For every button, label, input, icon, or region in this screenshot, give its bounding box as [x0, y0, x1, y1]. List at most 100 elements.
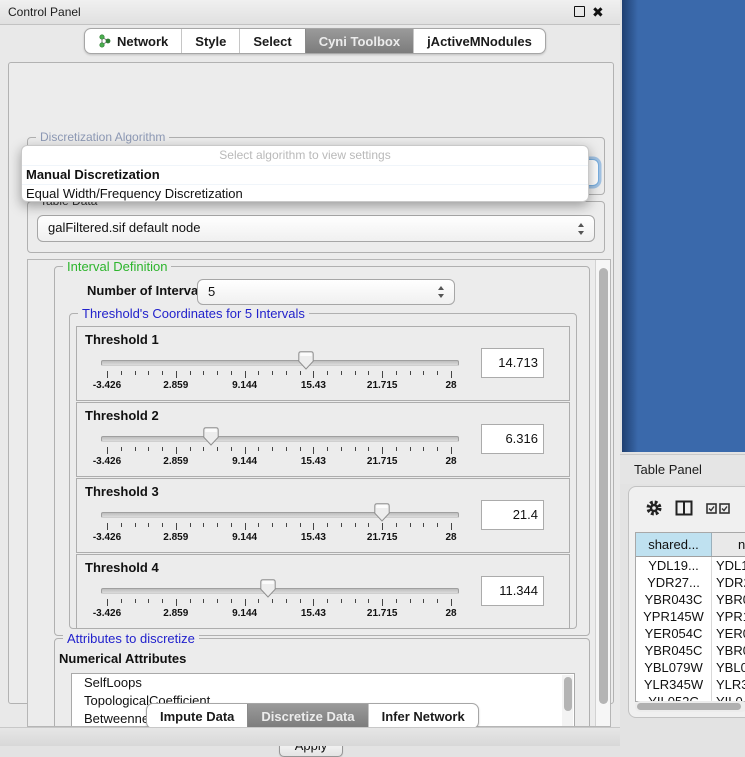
scrollbar-thumb[interactable]	[564, 677, 572, 711]
cell-name[interactable]: YER0	[712, 625, 745, 642]
tick-mark	[355, 371, 356, 375]
tick-mark	[203, 447, 204, 451]
table-row[interactable]: YDR27...YDR2	[636, 574, 745, 591]
algorithm-option-manual-discretization[interactable]: Manual Discretization	[22, 165, 588, 184]
tab-label: Style	[195, 34, 226, 49]
tick-mark	[217, 523, 218, 527]
attribute-item-selfloops[interactable]: SelfLoops	[72, 674, 574, 692]
tick-mark	[231, 447, 232, 451]
threshold-value-field[interactable]: 21.4	[481, 500, 544, 530]
tab-select[interactable]: Select	[239, 29, 304, 53]
table-row[interactable]: YBR045CYBR0	[636, 642, 745, 659]
threshold-value-field[interactable]: 14.713	[481, 348, 544, 378]
slider-ticks	[107, 523, 451, 531]
tick-mark	[437, 447, 438, 451]
column-header-name[interactable]: n	[712, 533, 745, 556]
table-panel-title: Table Panel	[634, 455, 702, 484]
table-row[interactable]: YPR145WYPR1	[636, 608, 745, 625]
tick-mark	[382, 523, 383, 530]
threshold-value-field[interactable]: 11.344	[481, 576, 544, 606]
tick-mark	[148, 447, 149, 451]
tick-mark	[190, 523, 191, 527]
tick-mark	[341, 447, 342, 451]
mode-tab-impute-data[interactable]: Impute Data	[147, 704, 247, 728]
cell-name[interactable]: YDR2	[712, 574, 745, 591]
tick-label: 28	[445, 456, 456, 467]
table-row[interactable]: YDL19...YDL1	[636, 557, 745, 574]
table-row[interactable]: YLR345WYLR3	[636, 676, 745, 693]
scrollbar-thumb[interactable]	[599, 268, 608, 704]
mode-tab-discretize-data[interactable]: Discretize Data	[247, 704, 367, 728]
threshold-panel: Threshold 3 -3.4262.8599.14415.4321.7152…	[76, 478, 570, 553]
checkbox-icon[interactable]	[719, 503, 730, 514]
cell-shared-name[interactable]: YER054C	[636, 625, 712, 642]
tick-mark	[313, 599, 314, 606]
tick-mark	[107, 599, 108, 606]
cell-shared-name[interactable]: YBR045C	[636, 642, 712, 659]
cell-shared-name[interactable]: YLR345W	[636, 676, 712, 693]
network-icon	[98, 34, 112, 48]
cell-shared-name[interactable]: YDR27...	[636, 574, 712, 591]
threshold-slider-handle[interactable]	[203, 427, 219, 446]
cell-shared-name[interactable]: YBL079W	[636, 659, 712, 676]
settings-scrollbar[interactable]	[595, 260, 610, 726]
scrollbar-thumb[interactable]	[637, 703, 741, 710]
application-window: Control Panel ✖ NetworkStyleSelectCyni T…	[0, 0, 745, 745]
threshold-slider-track[interactable]	[101, 360, 459, 366]
numerical-attributes-label: Numerical Attributes	[59, 651, 186, 666]
threshold-value-field[interactable]: 6.316	[481, 424, 544, 454]
cell-shared-name[interactable]: YBR043C	[636, 591, 712, 608]
algorithm-option-equal-width-frequency-discretization[interactable]: Equal Width/Frequency Discretization	[22, 184, 588, 203]
threshold-slider-track[interactable]	[101, 588, 459, 594]
tick-mark	[368, 447, 369, 451]
table-data-combo[interactable]: galFiltered.sif default node	[37, 215, 595, 242]
cell-name[interactable]: YDL1	[712, 557, 745, 574]
tab-network[interactable]: Network	[85, 29, 181, 53]
tick-mark	[355, 599, 356, 603]
combo-stepper-icon	[578, 223, 585, 235]
thresholds-group: Threshold's Coordinates for 5 Intervals …	[69, 313, 577, 629]
cell-name[interactable]: YBR0	[712, 642, 745, 659]
threshold-slider-track[interactable]	[101, 436, 459, 442]
threshold-slider-handle[interactable]	[260, 579, 276, 598]
number-of-intervals-combo[interactable]: 5	[197, 279, 455, 305]
float-panel-icon[interactable]	[574, 6, 585, 17]
column-header-shared[interactable]: shared...	[636, 533, 712, 556]
tick-mark	[396, 371, 397, 375]
tick-mark	[341, 599, 342, 603]
cell-name[interactable]: YBL0	[712, 659, 745, 676]
tab-jactivemnodules[interactable]: jActiveMNodules	[413, 29, 545, 53]
table-row[interactable]: YBL079WYBL0	[636, 659, 745, 676]
tick-mark	[272, 371, 273, 375]
tick-label: 28	[445, 380, 456, 391]
cell-shared-name[interactable]: YDL19...	[636, 557, 712, 574]
cell-name[interactable]: YBR0	[712, 591, 745, 608]
tick-mark	[313, 447, 314, 454]
cell-shared-name[interactable]: YPR145W	[636, 608, 712, 625]
tick-mark	[355, 523, 356, 527]
split-columns-icon[interactable]	[675, 499, 693, 517]
tick-label: 2.859	[163, 456, 188, 467]
cell-name[interactable]: YPR1	[712, 608, 745, 625]
tick-mark	[313, 523, 314, 530]
threshold-slider-handle[interactable]	[298, 351, 314, 370]
tab-style[interactable]: Style	[181, 29, 239, 53]
tick-label: 15.43	[301, 532, 326, 543]
table-panel-titlebar: Table Panel	[620, 454, 745, 484]
tick-mark	[162, 447, 163, 451]
tick-mark	[176, 599, 177, 606]
close-panel-icon[interactable]: ✖	[592, 1, 604, 23]
tick-label: -3.426	[93, 608, 121, 619]
tick-mark	[410, 371, 411, 375]
table-hscrollbar[interactable]	[635, 701, 745, 712]
checkbox-icon[interactable]	[706, 503, 717, 514]
threshold-slider-track[interactable]	[101, 512, 459, 518]
table-row[interactable]: YBR043CYBR0	[636, 591, 745, 608]
gear-icon[interactable]	[645, 499, 663, 517]
cell-name[interactable]: YLR3	[712, 676, 745, 693]
table-row[interactable]: YER054CYER0	[636, 625, 745, 642]
tab-cyni-toolbox[interactable]: Cyni Toolbox	[305, 29, 413, 53]
threshold-slider-handle[interactable]	[374, 503, 390, 522]
mode-tab-infer-network[interactable]: Infer Network	[368, 704, 478, 728]
attributes-scrollbar[interactable]	[562, 675, 573, 727]
